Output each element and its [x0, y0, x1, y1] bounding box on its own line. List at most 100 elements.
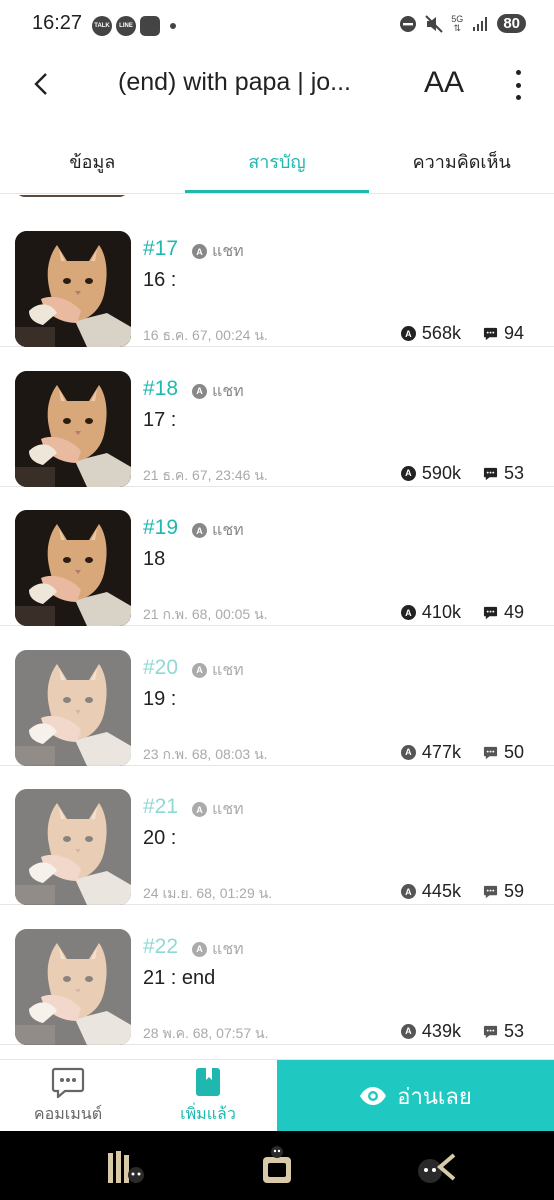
added-label: เพิ่มแล้ว	[180, 1103, 236, 1123]
view-count: 445k	[421, 881, 461, 901]
comment-count-icon	[483, 746, 498, 759]
episode-row[interactable]: #21 A แชท 20 : 24 เม.ย. 68, 01:29 น. A 445k 59	[0, 765, 554, 905]
episode-type-label: แชท	[212, 241, 244, 260]
eye-icon	[360, 1087, 387, 1105]
episode-type-label: แชท	[212, 520, 244, 539]
episode-thumbnail	[15, 928, 131, 1045]
episode-thumbnail	[15, 649, 131, 766]
app-notification-icon	[140, 16, 160, 36]
episode-thumbnail	[15, 789, 131, 905]
episode-title: 21 : end	[143, 966, 216, 989]
status-right: 5G ⇅ 80	[399, 14, 526, 33]
app-header: (end) with papa | jo... AA	[0, 52, 554, 116]
chat-type-icon: A	[192, 523, 207, 538]
cat-thumbnail-art	[15, 649, 131, 766]
tab-comments[interactable]: ความคิดเห็น	[369, 130, 554, 193]
episode-stats: A 445k 59	[400, 881, 524, 902]
episode-row[interactable]: #22 A แชท 21 : end 28 พ.ค. 68, 07:57 น. A 439k…	[0, 905, 554, 1045]
more-notifications-dot	[170, 23, 176, 29]
back-button[interactable]	[26, 68, 58, 100]
view-count: 410k	[421, 602, 461, 622]
comment-count: 50	[503, 741, 524, 762]
view-count: 439k	[421, 1020, 461, 1041]
episode-list[interactable]: #17 A แชท 16 :16 ธ.ค. 67, 00:24 น. A 568k 94 #1…	[0, 195, 554, 1059]
episode-type-tag: A แชท	[192, 239, 244, 264]
do-not-disturb-icon	[400, 15, 417, 32]
mute-icon	[425, 14, 444, 33]
episode-stats: A 439k 53	[400, 1020, 524, 1042]
profile-icon[interactable]	[414, 1145, 458, 1189]
page-title: (end) with papa | jo...	[118, 68, 352, 96]
episode-type-label: แชท	[212, 380, 244, 400]
view-count-icon: A	[400, 1023, 416, 1039]
battery-indicator: 80	[497, 14, 526, 33]
comment-count: 94	[503, 323, 524, 343]
view-count-icon: A	[400, 884, 416, 899]
cat-thumbnail-art	[15, 231, 131, 347]
network-indicator: 5G ⇅	[451, 13, 464, 33]
episode-title: 16 :	[143, 269, 177, 291]
tab-contents[interactable]: สารบัญ	[184, 130, 370, 193]
episode-title: 18	[143, 548, 166, 570]
added-to-library-button[interactable]: เพิ่มแล้ว	[160, 1060, 256, 1132]
episode-type-label: แชท	[212, 938, 244, 958]
chat-type-icon: A	[192, 244, 207, 259]
read-now-button[interactable]: อ่านเลย	[277, 1060, 554, 1132]
episode-number: #20	[143, 655, 179, 679]
view-count-icon: A	[400, 744, 416, 760]
episode-title: 20 :	[143, 827, 177, 849]
library-icon[interactable]	[104, 1145, 148, 1189]
episode-type-tag: A แชท	[192, 379, 244, 404]
view-count: 477k	[421, 741, 461, 762]
cat-thumbnail-art	[15, 928, 131, 1045]
episode-date: 24 เม.ย. 68, 01:29 น.	[143, 885, 273, 901]
episode-row[interactable]: #18 A แชท 17 : 21 ธ.ค. 67, 23:46 น. A 590k 53	[0, 347, 554, 487]
home-icon[interactable]	[255, 1145, 299, 1189]
comment-button[interactable]: คอมเมนต์	[20, 1060, 116, 1132]
cat-thumbnail-art	[15, 510, 131, 626]
episode-thumbnail	[15, 370, 131, 487]
episode-number: #21	[143, 795, 179, 818]
comment-label: คอมเมนต์	[33, 1103, 103, 1123]
episode-row[interactable]: #17 A แชท 16 : 16 ธ.ค. 67, 00:24 น. A 568k 94	[0, 207, 554, 347]
status-time: 16:27	[32, 12, 83, 34]
kakaotalk-icon: TALK	[92, 16, 112, 36]
signal-icon	[473, 16, 488, 31]
episode-row[interactable]: #20 A แชท 19 : 23 ก.พ. 68, 08:03 น. A 477k 50	[0, 626, 554, 766]
episode-type-tag: A แชท	[192, 518, 244, 543]
episode-type-tag: A แชท	[192, 797, 244, 822]
comment-count-icon	[483, 606, 498, 620]
episode-row[interactable]: #19 A แชท 18 21 ก.พ. 68, 00:05 น. A 410k 49	[0, 486, 554, 626]
font-size-button[interactable]: AA	[424, 66, 464, 100]
episode-stats: A 590k 53	[400, 462, 524, 484]
font-size-label: AA	[424, 66, 465, 99]
episode-number: #19	[143, 516, 179, 539]
episode-title: 19 :	[143, 687, 177, 710]
episode-type-label: แชท	[212, 799, 244, 818]
line-icon: LINE	[116, 16, 136, 36]
episode-date: 23 ก.พ. 68, 08:03 น.	[143, 745, 268, 762]
comment-count: 53	[503, 1020, 524, 1041]
episode-stats: A 568k 94	[400, 323, 524, 344]
episode-date: 21 ธ.ค. 67, 23:46 น.	[143, 466, 268, 483]
comment-count-icon	[483, 885, 498, 899]
previous-episode-thumbnail	[15, 195, 129, 197]
more-options-button[interactable]	[510, 70, 526, 100]
comment-count-icon	[483, 1025, 498, 1038]
chat-type-icon: A	[192, 802, 207, 817]
episode-date: 28 พ.ค. 68, 07:57 น.	[143, 1024, 269, 1041]
status-app-icons: TALK LINE	[92, 16, 176, 36]
comment-icon	[51, 1067, 85, 1098]
episode-type-label: แชท	[212, 659, 244, 679]
comment-count-icon	[483, 467, 498, 480]
episode-number: #22	[143, 934, 179, 958]
view-count: 590k	[421, 462, 461, 483]
comment-count: 53	[503, 462, 524, 483]
tab-info[interactable]: ข้อมูล	[0, 130, 185, 193]
episode-stats: A 477k 50	[400, 741, 524, 763]
comment-count: 59	[503, 881, 524, 901]
system-navigation-bar	[0, 1131, 554, 1200]
view-count: 568k	[421, 323, 461, 343]
view-count-icon: A	[400, 326, 416, 341]
episode-type-tag: A แชท	[192, 937, 244, 962]
